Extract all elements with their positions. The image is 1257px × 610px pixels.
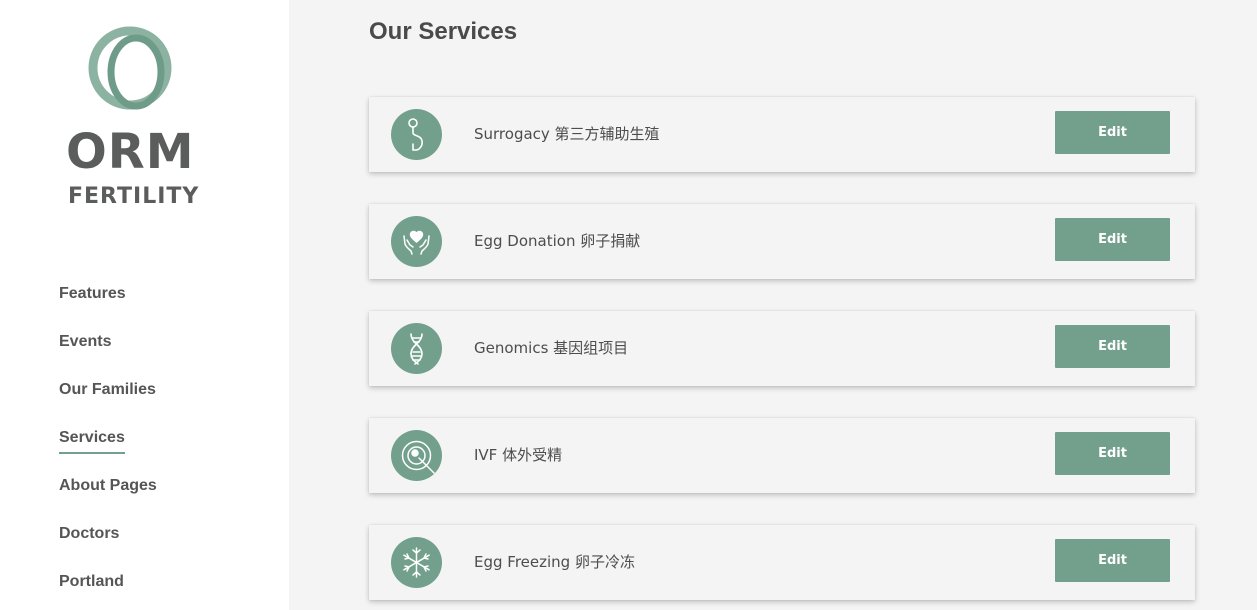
orm-fertility-logo[interactable]: ORM FERTILITY	[66, 26, 200, 212]
dna-icon	[391, 323, 442, 374]
sidebar-item-label: Features	[59, 285, 126, 302]
sidebar-item-features[interactable]: Features	[59, 282, 157, 330]
edit-button[interactable]: Edit	[1055, 325, 1170, 368]
logo-rings-icon	[88, 26, 172, 110]
sidebar-nav: Features Events Our Families Services Ab…	[59, 282, 157, 610]
ivf-needle-egg-icon	[391, 430, 442, 481]
service-card-genomics: Genomics 基因组项目 Edit	[369, 311, 1195, 386]
sidebar-item-about-pages[interactable]: About Pages	[59, 474, 157, 522]
edit-button[interactable]: Edit	[1055, 111, 1170, 154]
service-card-egg-donation: Egg Donation 卵子捐献 Edit	[369, 204, 1195, 279]
page-title: Our Services	[369, 18, 518, 45]
service-card-surrogacy: Surrogacy 第三方辅助生殖 Edit	[369, 97, 1195, 172]
edit-button[interactable]: Edit	[1055, 218, 1170, 261]
sidebar-item-label: Our Families	[59, 381, 156, 398]
sidebar: ORM FERTILITY Features Events Our Famili…	[0, 0, 289, 610]
logo-wordmark-orm: ORM	[66, 124, 195, 180]
hands-heart-icon	[391, 216, 442, 267]
service-name: Egg Freezing 卵子冷冻	[474, 553, 635, 571]
sidebar-item-label: Services	[59, 426, 125, 454]
main-content: Our Services Surrogacy 第三方辅助生殖 Edit Egg …	[289, 0, 1257, 610]
service-card-ivf: IVF 体外受精 Edit	[369, 418, 1195, 493]
sidebar-item-events[interactable]: Events	[59, 330, 157, 378]
sidebar-item-doctors[interactable]: Doctors	[59, 522, 157, 570]
sidebar-item-label: Events	[59, 333, 112, 350]
edit-button[interactable]: Edit	[1055, 539, 1170, 582]
edit-button[interactable]: Edit	[1055, 432, 1170, 475]
service-name: IVF 体外受精	[474, 446, 563, 464]
sidebar-item-label: About Pages	[59, 477, 157, 494]
service-name: Surrogacy 第三方辅助生殖	[474, 125, 660, 143]
service-name: Egg Donation 卵子捐献	[474, 232, 641, 250]
service-card-egg-freezing: Egg Freezing 卵子冷冻 Edit	[369, 525, 1195, 600]
sidebar-item-label: Portland	[59, 573, 124, 590]
surrogacy-icon	[391, 109, 442, 160]
logo-wordmark-fertility: FERTILITY	[68, 184, 200, 209]
service-name: Genomics 基因组项目	[474, 339, 629, 357]
snowflake-icon	[391, 537, 442, 588]
sidebar-item-portland[interactable]: Portland	[59, 570, 157, 610]
sidebar-item-services[interactable]: Services	[59, 426, 157, 474]
sidebar-item-our-families[interactable]: Our Families	[59, 378, 157, 426]
sidebar-item-label: Doctors	[59, 525, 120, 542]
